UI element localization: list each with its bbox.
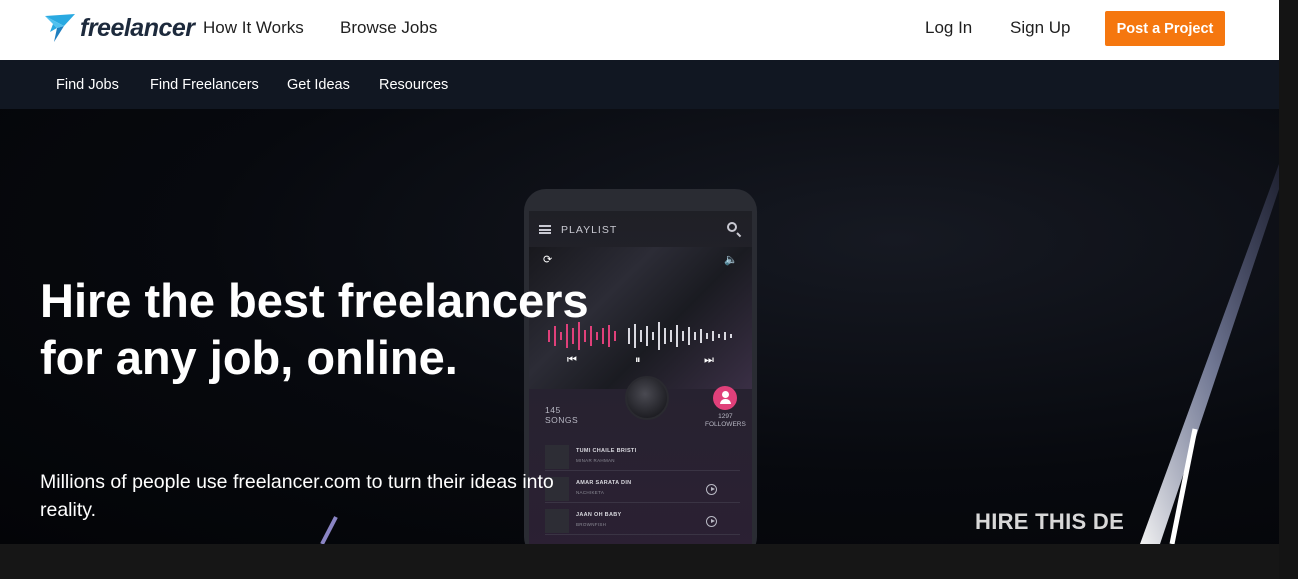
track-artist: NACHIKETA xyxy=(576,490,605,495)
followers-count: 1297 xyxy=(718,413,733,420)
subnav-get-ideas[interactable]: Get Ideas xyxy=(287,77,350,93)
songs-stat: 145 SONGS xyxy=(545,405,578,425)
track-title: TUMI CHAILE BRISTI xyxy=(576,448,637,454)
repeat-icon[interactable]: ⟳ xyxy=(543,253,552,266)
post-project-button[interactable]: Post a Project xyxy=(1105,11,1225,46)
followers-stat: 1297 FOLLOWERS xyxy=(705,413,746,429)
logo-wordmark: freelancer xyxy=(80,13,195,42)
track-row[interactable]: TUMI CHAILE BRISTI MINAR RAHMAN xyxy=(545,443,740,471)
top-header: freelancer How It Works Browse Jobs Log … xyxy=(0,0,1279,60)
playlist-title: PLAYLIST xyxy=(561,224,618,236)
nav-how-it-works[interactable]: How It Works xyxy=(203,18,304,38)
play-icon[interactable] xyxy=(706,484,717,495)
followers-label: FOLLOWERS xyxy=(705,421,746,428)
playlist-header: PLAYLIST xyxy=(529,211,752,247)
songs-count: 145 xyxy=(545,405,561,415)
track-thumbnail xyxy=(545,445,569,469)
nav-browse-jobs[interactable]: Browse Jobs xyxy=(340,18,437,38)
browser-viewport: freelancer How It Works Browse Jobs Log … xyxy=(0,0,1279,544)
next-icon[interactable]: ⏭ xyxy=(704,354,714,367)
hero-subheadline: Millions of people use freelancer.com to… xyxy=(40,471,554,521)
hero-headline: Hire the best freelancers for any job, o… xyxy=(40,274,589,384)
track-title: JAAN OH BABY xyxy=(576,512,622,518)
freelancer-logo[interactable]: freelancer xyxy=(44,12,195,44)
track-row[interactable]: JAAN OH BABY BROWNFISH xyxy=(545,507,740,535)
bird-logo-icon xyxy=(45,14,75,42)
play-icon[interactable] xyxy=(706,516,717,527)
hamburger-menu-icon[interactable] xyxy=(539,225,551,234)
artist-avatar xyxy=(625,376,669,420)
pause-icon[interactable]: ⏸ xyxy=(635,354,641,367)
subnav-resources[interactable]: Resources xyxy=(379,77,448,93)
login-link[interactable]: Log In xyxy=(925,18,972,38)
track-title: AMAR SARATA DIN xyxy=(576,480,632,486)
search-icon[interactable] xyxy=(727,222,737,232)
track-artist: MINAR RAHMAN xyxy=(576,458,615,463)
subnav-find-jobs[interactable]: Find Jobs xyxy=(56,77,119,93)
hero-video[interactable]: PLAYLIST ⟳ 🔈 ⏮ ⏸ ⏭ 145 SONGS 1297 FOLLOW… xyxy=(0,109,1279,544)
page: freelancer How It Works Browse Jobs Log … xyxy=(0,0,1298,579)
track-artist: BROWNFISH xyxy=(576,522,607,527)
track-row[interactable]: AMAR SARATA DIN NACHIKETA xyxy=(545,475,740,503)
right-edge-strip xyxy=(1279,0,1298,579)
follow-user-icon[interactable] xyxy=(713,386,737,410)
signup-link[interactable]: Sign Up xyxy=(1010,18,1070,38)
songs-label: SONGS xyxy=(545,415,579,425)
video-overlay-text: HIRE THIS DE xyxy=(975,509,1125,534)
volume-icon[interactable]: 🔈 xyxy=(724,253,738,266)
subnav-find-freelancers[interactable]: Find Freelancers xyxy=(150,77,259,93)
sub-navigation: Find Jobs Find Freelancers Get Ideas Res… xyxy=(0,60,1279,109)
